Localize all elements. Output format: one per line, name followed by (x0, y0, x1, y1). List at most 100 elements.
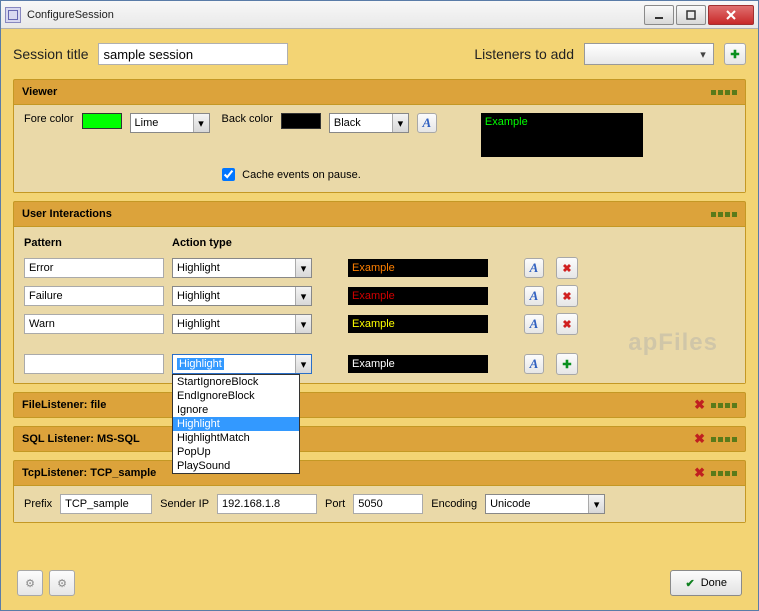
encoding-combo[interactable]: Unicode ▾ (485, 494, 605, 514)
app-icon (5, 7, 21, 23)
chevron-down-icon: ▾ (295, 259, 311, 277)
sqllistener-title: SQL Listener: MS-SQL (22, 433, 140, 445)
settings-button-2[interactable]: ⚙ (49, 570, 75, 596)
col-action: Action type (172, 235, 312, 251)
tcplistener-section: TcpListener: TCP_sample ✖ Prefix Sender … (13, 460, 746, 523)
tcplistener-title: TcpListener: TCP_sample (22, 467, 156, 479)
pattern-input[interactable] (24, 314, 164, 334)
chevron-down-icon: ▾ (588, 495, 604, 513)
listeners-label: Listeners to add (474, 46, 574, 62)
window: ConfigureSession Session title Listeners… (0, 0, 759, 611)
tcplistener-header: TcpListener: TCP_sample ✖ (14, 461, 745, 485)
add-row-button[interactable]: ✚ (556, 353, 578, 375)
new-action-combo[interactable]: Highlight ▾ (172, 354, 312, 374)
gear-icon: ⚙ (25, 577, 35, 590)
pattern-input[interactable] (24, 258, 164, 278)
forecolor-combo[interactable]: Lime ▾ (130, 113, 210, 133)
viewer-header: Viewer (14, 80, 745, 104)
chevron-down-icon: ▾ (295, 315, 311, 333)
session-title-input[interactable] (98, 43, 288, 65)
maximize-button[interactable] (676, 5, 706, 25)
senderip-input[interactable] (217, 494, 317, 514)
session-title-label: Session title (13, 46, 88, 62)
tcplistener-delete-button[interactable]: ✖ (688, 465, 711, 481)
pattern-input[interactable] (24, 286, 164, 306)
action-combo[interactable]: Highlight▾ (172, 314, 312, 334)
new-pattern-input[interactable] (24, 354, 164, 374)
section-collapse-icon[interactable] (711, 471, 737, 476)
font-icon: A (423, 115, 432, 131)
listeners-dropdown[interactable]: ▾ (584, 43, 714, 65)
section-collapse-icon[interactable] (711, 403, 737, 408)
prefix-label: Prefix (24, 498, 52, 510)
prefix-input[interactable] (60, 494, 152, 514)
interactions-title: User Interactions (22, 208, 112, 220)
dropdown-option[interactable]: HighlightMatch (173, 431, 299, 445)
plus-icon: ✚ (562, 358, 571, 371)
filelistener-section: FileListener: file ✖ (13, 392, 746, 418)
add-listener-button[interactable]: ✚ (724, 43, 746, 65)
row-delete-button[interactable]: ✖ (556, 257, 578, 279)
plus-icon: ✚ (730, 48, 739, 61)
row-font-button[interactable]: A (524, 258, 544, 278)
row-delete-button[interactable]: ✖ (556, 313, 578, 335)
minimize-button[interactable] (644, 5, 674, 25)
forecolor-value: Lime (135, 117, 159, 129)
row-font-button[interactable]: A (524, 314, 544, 334)
backcolor-label: Back color (222, 113, 273, 125)
close-button[interactable] (708, 5, 754, 25)
chevron-down-icon: ▾ (695, 48, 711, 61)
row-delete-button[interactable]: ✖ (556, 285, 578, 307)
viewer-section: Viewer Fore color Lime ▾ Back color Blac… (13, 79, 746, 193)
cache-checkbox[interactable] (222, 168, 235, 181)
sqllistener-header: SQL Listener: MS-SQL ✖ (14, 427, 745, 451)
backcolor-swatch (281, 113, 321, 129)
dropdown-option[interactable]: Highlight (173, 417, 299, 431)
viewer-font-button[interactable]: A (417, 113, 437, 133)
forecolor-label: Fore color (24, 113, 74, 125)
window-title: ConfigureSession (27, 9, 642, 21)
encoding-label: Encoding (431, 498, 477, 510)
action-combo[interactable]: Highlight▾ (172, 286, 312, 306)
action-combo[interactable]: Highlight▾ (172, 258, 312, 278)
titlebar: ConfigureSession (1, 1, 758, 29)
sqllistener-section: SQL Listener: MS-SQL ✖ (13, 426, 746, 452)
settings-button-1[interactable]: ⚙ (17, 570, 43, 596)
row-preview: Example (348, 287, 488, 305)
row-preview: Example (348, 315, 488, 333)
interactions-section: User Interactions Pattern Action type Hi… (13, 201, 746, 384)
port-input[interactable] (353, 494, 423, 514)
new-row-preview: Example (348, 355, 488, 373)
col-pattern: Pattern (24, 235, 164, 251)
row-font-button[interactable]: A (524, 286, 544, 306)
section-collapse-icon[interactable] (711, 212, 737, 217)
delete-icon: ✖ (562, 290, 571, 303)
sqllistener-delete-button[interactable]: ✖ (688, 431, 711, 447)
filelistener-delete-button[interactable]: ✖ (688, 397, 711, 413)
delete-icon: ✖ (562, 318, 571, 331)
section-collapse-icon[interactable] (711, 90, 737, 95)
section-collapse-icon[interactable] (711, 437, 737, 442)
chevron-down-icon: ▾ (295, 287, 311, 305)
session-row: Session title Listeners to add ▾ ✚ (13, 39, 746, 73)
filelistener-header: FileListener: file ✖ (14, 393, 745, 417)
port-label: Port (325, 498, 345, 510)
dropdown-option[interactable]: PlaySound (173, 459, 299, 473)
dropdown-option[interactable]: EndIgnoreBlock (173, 389, 299, 403)
dropdown-option[interactable]: Ignore (173, 403, 299, 417)
backcolor-combo[interactable]: Black ▾ (329, 113, 409, 133)
delete-icon: ✖ (562, 262, 571, 275)
chevron-down-icon: ▾ (295, 355, 311, 373)
chevron-down-icon: ▾ (392, 114, 408, 132)
row-preview: Example (348, 259, 488, 277)
interactions-header: User Interactions (14, 202, 745, 226)
new-row-font-button[interactable]: A (524, 354, 544, 374)
dropdown-option[interactable]: StartIgnoreBlock (173, 375, 299, 389)
cache-checkbox-wrap[interactable]: Cache events on pause. (218, 165, 361, 184)
font-icon: A (530, 316, 539, 332)
done-button[interactable]: ✔ Done (670, 570, 742, 596)
viewer-preview-text: Example (485, 116, 528, 128)
action-dropdown-list[interactable]: StartIgnoreBlock EndIgnoreBlock Ignore H… (172, 374, 300, 474)
forecolor-swatch (82, 113, 122, 129)
dropdown-option[interactable]: PopUp (173, 445, 299, 459)
